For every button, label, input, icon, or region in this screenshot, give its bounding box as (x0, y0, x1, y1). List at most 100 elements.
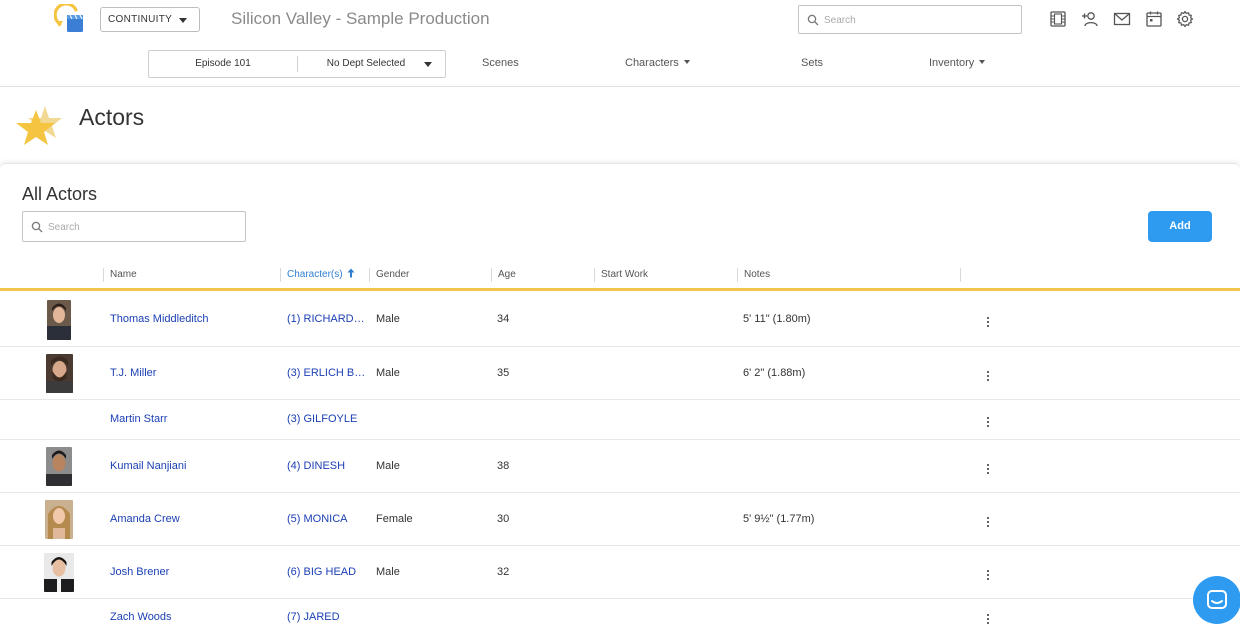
page-title: Actors (79, 104, 145, 130)
table-row[interactable]: Thomas Middleditch (1) RICHARD HENDRICKS… (0, 293, 1240, 347)
nav-scenes-label: Scenes (482, 57, 519, 69)
table-row[interactable]: Amanda Crew (5) MONICA Female 30 5' 9½" … (0, 493, 1240, 546)
table-row[interactable]: Zach Woods (7) JARED (0, 599, 1240, 639)
actor-gender: Male (376, 460, 400, 472)
table-row[interactable]: Martin Starr (3) GILFOYLE (0, 400, 1240, 440)
row-menu-icon[interactable] (984, 568, 992, 582)
top-bar: CONTINUITY Silicon Valley - Sample Produ… (0, 0, 1240, 40)
actor-photo (45, 500, 73, 539)
episode-department-selector: Episode 101 No Dept Selected (148, 50, 446, 78)
column-header-notes[interactable]: Notes (744, 265, 770, 285)
actor-age: 30 (497, 513, 510, 525)
actor-age: 38 (497, 460, 510, 472)
secondary-nav: Episode 101 No Dept Selected Scenes Char… (0, 40, 1240, 87)
column-header-gender[interactable]: Gender (376, 265, 409, 285)
actor-character[interactable]: (5) MONICA (287, 513, 348, 525)
actor-gender: Female (376, 513, 413, 525)
module-selector-label: CONTINUITY (108, 14, 173, 25)
actor-notes: 6' 2" (1.88m) (743, 367, 806, 379)
table-row[interactable]: T.J. Miller (3) ERLICH BACHMAN Male 35 6… (0, 347, 1240, 400)
nav-sets[interactable]: Sets (801, 57, 823, 69)
column-header-start-work[interactable]: Start Work (601, 265, 648, 285)
column-divider (103, 268, 104, 282)
actor-age: 34 (497, 313, 510, 325)
chevron-down-icon[interactable] (424, 62, 432, 67)
nav-scenes[interactable]: Scenes (482, 57, 519, 69)
divider (297, 56, 298, 72)
column-header-name[interactable]: Name (110, 265, 137, 285)
department-selector[interactable]: No Dept Selected (301, 51, 431, 77)
actor-photo (46, 447, 72, 486)
column-divider (960, 268, 961, 282)
actor-name[interactable]: Josh Brener (110, 566, 169, 578)
actor-character[interactable]: (7) JARED (287, 611, 340, 623)
actor-age: 35 (497, 367, 510, 379)
row-menu-icon[interactable] (984, 612, 992, 626)
actor-character[interactable]: (4) DINESH (287, 460, 345, 472)
add-actor-button[interactable]: Add (1148, 211, 1212, 242)
actors-card: All Actors Add Name Character(s) Gender … (0, 163, 1240, 624)
column-divider (280, 268, 281, 282)
nav-characters[interactable]: Characters (625, 57, 690, 69)
nav-inventory-label: Inventory (929, 57, 975, 69)
film-icon[interactable] (1049, 10, 1067, 28)
actor-character[interactable]: (3) ERLICH BACHMAN (287, 367, 367, 379)
chevron-down-icon (179, 18, 187, 23)
column-header-characters[interactable]: Character(s) (287, 265, 355, 285)
row-menu-icon[interactable] (984, 415, 992, 429)
actor-character[interactable]: (1) RICHARD HENDRICKS (287, 313, 367, 325)
row-menu-icon[interactable] (984, 462, 992, 476)
actor-gender: Male (376, 313, 400, 325)
star-icon (16, 106, 62, 145)
module-selector[interactable]: CONTINUITY (100, 7, 200, 32)
table-row[interactable]: Josh Brener (6) BIG HEAD Male 32 (0, 546, 1240, 599)
actor-photo (44, 553, 74, 592)
actor-name[interactable]: T.J. Miller (110, 367, 156, 379)
global-search-input[interactable] (824, 12, 1014, 28)
table-row[interactable]: Kumail Nanjiani (4) DINESH Male 38 (0, 440, 1240, 493)
row-menu-icon[interactable] (984, 369, 992, 383)
global-search[interactable] (798, 5, 1022, 34)
chevron-down-icon (979, 60, 986, 64)
actor-search[interactable] (22, 211, 246, 242)
page-header: Actors (0, 88, 1240, 163)
search-icon (31, 221, 43, 233)
actor-notes: 5' 9½" (1.77m) (743, 513, 815, 525)
column-header-age[interactable]: Age (498, 265, 516, 285)
actor-name[interactable]: Thomas Middleditch (110, 313, 208, 325)
column-header-characters-label: Character(s) (287, 269, 343, 280)
actor-gender: Male (376, 566, 400, 578)
row-menu-icon[interactable] (984, 315, 992, 329)
actor-name[interactable]: Amanda Crew (110, 513, 180, 525)
chat-launcher-button[interactable] (1193, 576, 1240, 624)
actor-character[interactable]: (3) GILFOYLE (287, 413, 357, 425)
actor-search-input[interactable] (48, 219, 238, 235)
episode-selector[interactable]: Episode 101 (149, 51, 297, 77)
gear-icon[interactable] (1176, 10, 1194, 28)
actor-name[interactable]: Martin Starr (110, 413, 167, 425)
actor-age: 32 (497, 566, 510, 578)
search-icon (807, 14, 819, 26)
column-divider (491, 268, 492, 282)
actor-name[interactable]: Zach Woods (110, 611, 172, 623)
calendar-icon[interactable] (1145, 10, 1163, 28)
chevron-down-icon (683, 60, 690, 64)
production-title: Silicon Valley - Sample Production (231, 9, 490, 28)
column-divider (369, 268, 370, 282)
add-person-icon[interactable] (1081, 10, 1099, 28)
actor-character[interactable]: (6) BIG HEAD (287, 566, 356, 578)
chat-icon (1207, 590, 1227, 609)
column-divider (737, 268, 738, 282)
nav-inventory[interactable]: Inventory (929, 57, 986, 69)
continuity-logo-icon[interactable] (54, 4, 86, 36)
actor-name[interactable]: Kumail Nanjiani (110, 460, 186, 472)
column-divider (594, 268, 595, 282)
section-title: All Actors (22, 184, 98, 204)
actor-gender: Male (376, 367, 400, 379)
actor-notes: 5' 11" (1.80m) (743, 313, 811, 325)
nav-sets-label: Sets (801, 57, 824, 69)
sort-ascending-icon (347, 268, 355, 278)
mail-icon[interactable] (1113, 10, 1131, 28)
row-menu-icon[interactable] (984, 515, 992, 529)
table-header: Name Character(s) Gender Age Start Work … (0, 265, 1240, 291)
